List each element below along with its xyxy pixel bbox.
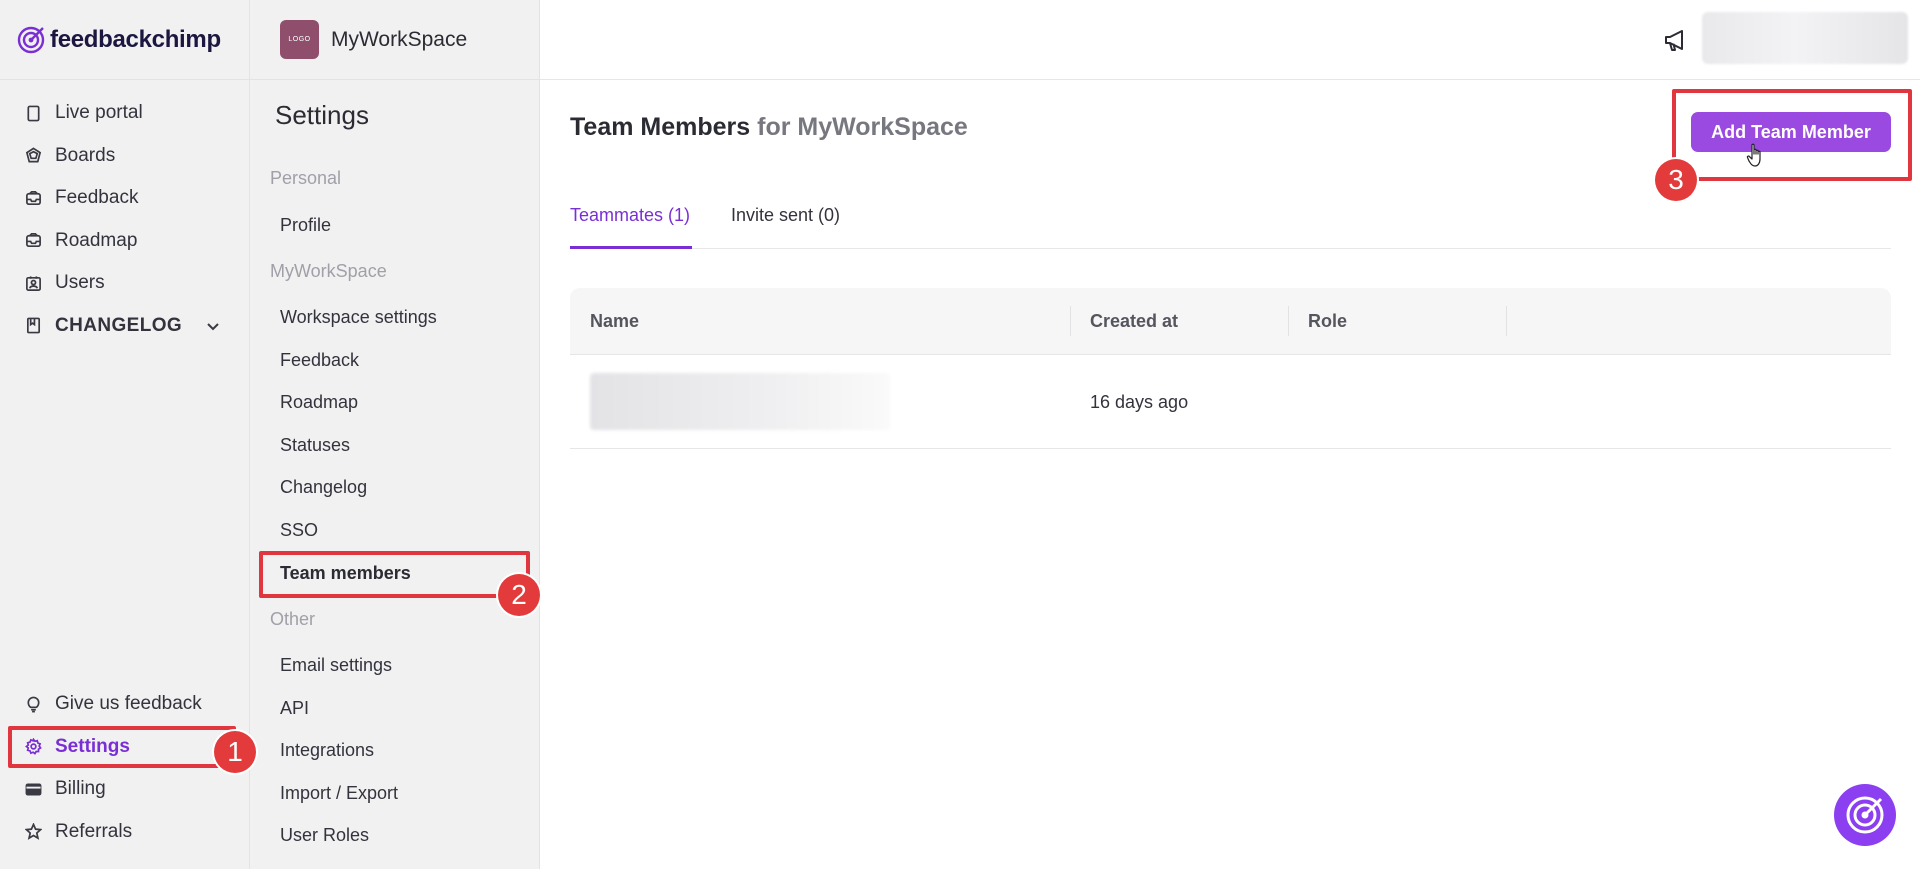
column-header-role: Role: [1308, 311, 1348, 331]
annotation-badge-2: 2: [498, 574, 540, 616]
boards-icon: [24, 147, 42, 165]
settings-item-workspace-settings[interactable]: Workspace settings: [280, 307, 437, 328]
settings-title: Settings: [275, 100, 369, 130]
workspace-name: MyWorkSpace: [331, 27, 468, 51]
tab-teammates[interactable]: Teammates (1): [570, 195, 692, 249]
settings-group-workspace: MyWorkSpace: [270, 261, 387, 281]
settings-group-personal: Personal: [270, 168, 342, 188]
lightbulb-icon: [24, 695, 42, 713]
brand[interactable]: feedbackchimp: [0, 0, 249, 80]
star-icon: [24, 823, 42, 841]
annotation-badge-1: 1: [214, 731, 256, 773]
settings-item-import-export[interactable]: Import / Export: [280, 783, 398, 804]
workspace-logo: LOGO: [280, 20, 319, 59]
document-icon: [24, 104, 42, 122]
inbox-icon: [24, 232, 42, 250]
settings-item-integrations[interactable]: Integrations: [280, 740, 374, 761]
page-title-main: Team Members: [570, 113, 751, 141]
nav-item-label: Roadmap: [55, 229, 138, 251]
nav-item-label: Give us feedback: [55, 693, 202, 715]
nav-item-roadmap[interactable]: Roadmap: [0, 220, 249, 263]
page-title-workspace: for MyWorkSpace: [757, 113, 968, 141]
brand-name: feedbackchimp: [50, 25, 221, 53]
nav-item-changelog[interactable]: CHANGELOG: [0, 305, 249, 348]
nav-item-referrals[interactable]: Referrals: [0, 811, 250, 854]
megaphone-icon[interactable]: [1662, 26, 1690, 54]
settings-item-feedback[interactable]: Feedback: [280, 350, 359, 371]
nav-item-feedback[interactable]: Feedback: [0, 177, 249, 220]
settings-group-other: Other: [270, 609, 316, 629]
card-icon: [24, 780, 42, 798]
member-created-at: 16 days ago: [1090, 392, 1189, 412]
chevron-down-icon[interactable]: [204, 317, 222, 335]
settings-item-changelog[interactable]: Changelog: [280, 477, 367, 498]
target-icon: [1846, 796, 1884, 834]
nav-item-label: Live portal: [55, 102, 143, 124]
user-menu[interactable]: [1702, 12, 1908, 64]
settings-item-email-settings[interactable]: Email settings: [280, 655, 392, 676]
nav-item-give-feedback[interactable]: Give us feedback: [0, 683, 250, 726]
nav-item-live-portal[interactable]: Live portal: [0, 92, 249, 135]
table-row[interactable]: 16 days ago: [570, 355, 1891, 449]
settings-item-sso[interactable]: SSO: [280, 520, 318, 541]
top-bar: [540, 0, 1920, 80]
nav-item-billing[interactable]: Billing: [0, 768, 250, 811]
settings-panel: LOGO MyWorkSpace Settings Personal Profi…: [250, 0, 540, 869]
nav-item-label: Boards: [55, 144, 116, 166]
nav-item-label: Users: [55, 272, 105, 294]
main-content: Team Members for MyWorkSpace Add Team Me…: [540, 80, 1920, 869]
settings-item-roadmap[interactable]: Roadmap: [280, 392, 358, 413]
settings-item-profile[interactable]: Profile: [280, 215, 331, 236]
column-header-created-at: Created at: [1090, 311, 1179, 331]
nav-item-label: CHANGELOG: [55, 314, 183, 336]
annotation-box-add-member: [1672, 89, 1912, 181]
nav-item-label: Referrals: [55, 820, 133, 842]
inbox-icon: [24, 189, 42, 207]
tab-invite-sent[interactable]: Invite sent (0): [731, 195, 840, 249]
tab-bar: Teammates (1) Invite sent (0): [570, 195, 1891, 249]
settings-item-user-roles[interactable]: User Roles: [280, 825, 369, 846]
column-header-name: Name: [590, 311, 640, 331]
book-icon: [24, 317, 42, 335]
workspace-switcher[interactable]: LOGO MyWorkSpace: [250, 0, 539, 80]
page-title: Team Members for MyWorkSpace: [570, 113, 968, 142]
settings-item-api[interactable]: API: [280, 698, 309, 719]
brand-logo-icon: [17, 26, 45, 53]
team-members-table: Name Created at Role 16 days ago: [570, 288, 1891, 449]
settings-item-statuses[interactable]: Statuses: [280, 435, 350, 456]
nav-item-users[interactable]: Users: [0, 262, 249, 305]
users-icon: [24, 274, 42, 292]
annotation-box-settings: [8, 726, 236, 768]
nav-item-label: Feedback: [55, 187, 139, 209]
annotation-badge-3: 3: [1655, 159, 1697, 201]
annotation-box-team-members: [259, 551, 530, 598]
table-header: Name Created at Role: [570, 288, 1891, 355]
nav-item-label: Billing: [55, 778, 106, 800]
support-chat-button[interactable]: [1834, 784, 1896, 846]
column-separator: [1506, 306, 1507, 336]
nav-item-boards[interactable]: Boards: [0, 135, 249, 178]
member-name-redacted: [590, 373, 890, 430]
